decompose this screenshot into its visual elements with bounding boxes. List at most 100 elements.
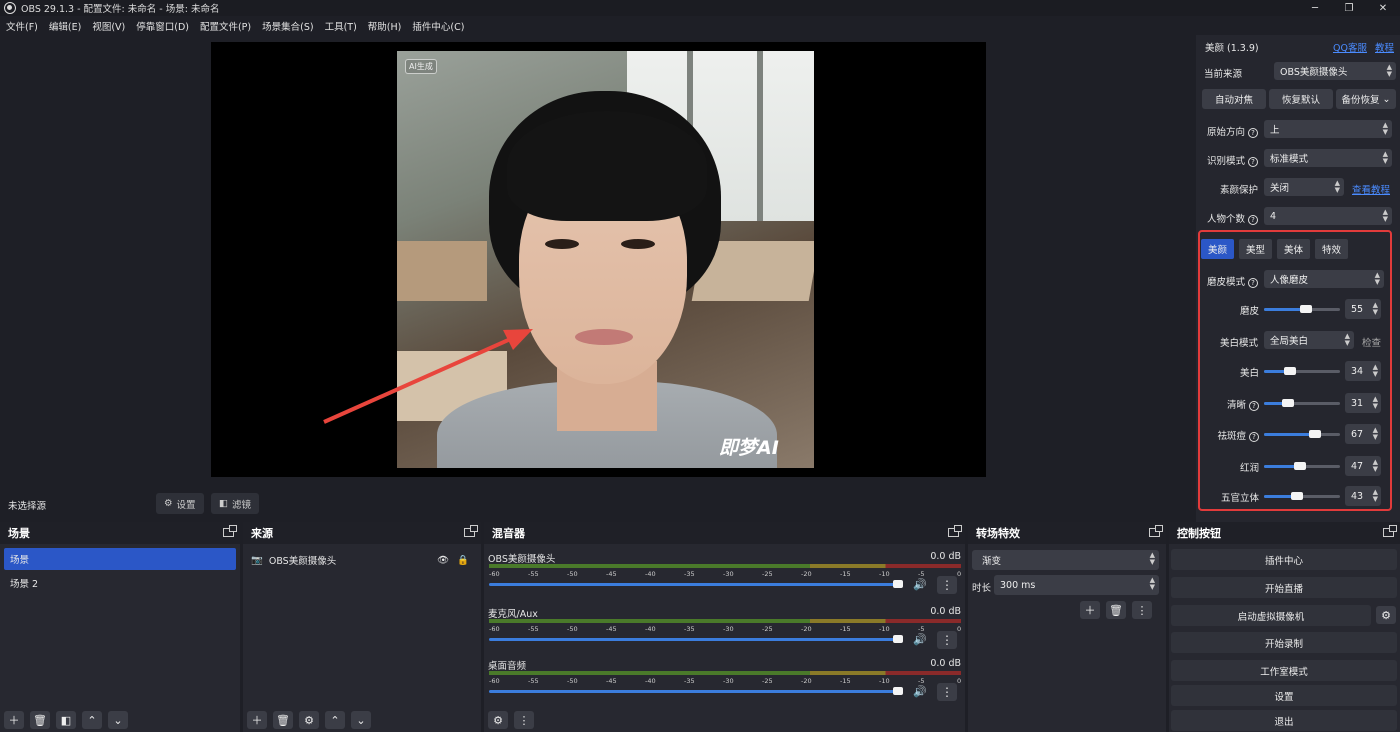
- eye-icon[interactable]: 👁: [437, 555, 449, 566]
- studio-mode-button[interactable]: 工作室模式: [1171, 660, 1397, 681]
- beauty-slider[interactable]: [1264, 367, 1340, 375]
- close-icon[interactable]: ✕: [1366, 0, 1400, 16]
- whiten-mode-select[interactable]: 全局美白 ▲ ▼: [1264, 331, 1354, 349]
- speaker-icon[interactable]: 🔊: [913, 685, 927, 698]
- menu-tools[interactable]: 工具(T): [325, 19, 357, 33]
- slider-handle[interactable]: [1299, 305, 1312, 313]
- current-source-select[interactable]: OBS美颜摄像头 ▲ ▼: [1274, 62, 1396, 80]
- undock-icon[interactable]: [1149, 525, 1163, 537]
- restore-default-button[interactable]: 恢复默认: [1269, 89, 1333, 109]
- beauty-slider[interactable]: [1264, 462, 1340, 470]
- slider-value-spinbox[interactable]: 31 ▲ ▼: [1345, 393, 1381, 413]
- undock-icon[interactable]: [223, 525, 237, 537]
- slider-value-spinbox[interactable]: 55 ▲ ▼: [1345, 299, 1381, 319]
- duration-spinbox[interactable]: 300 ms ▲ ▼: [994, 575, 1159, 595]
- filter-icon[interactable]: ◧: [56, 711, 76, 729]
- smooth-mode-select[interactable]: 人像磨皮 ▲ ▼: [1264, 270, 1384, 288]
- slider-handle[interactable]: [1293, 462, 1306, 470]
- scene-item[interactable]: 场景 2: [4, 572, 236, 594]
- beauty-slider[interactable]: [1264, 430, 1340, 438]
- menu-profile[interactable]: 配置文件(P): [200, 19, 251, 33]
- view-tutorial-link[interactable]: 查看教程: [1352, 182, 1390, 196]
- trash-icon[interactable]: 🗑: [273, 711, 293, 729]
- gear-icon[interactable]: ⚙: [299, 711, 319, 729]
- settings-button[interactable]: 设置: [1171, 685, 1397, 706]
- backup-restore-button[interactable]: 备份恢复 ⌄: [1336, 89, 1396, 109]
- menu-docks[interactable]: 停靠窗口(D): [136, 19, 189, 33]
- kebab-menu-icon[interactable]: ⋮: [937, 631, 957, 649]
- restore-icon[interactable]: ❐: [1332, 0, 1366, 16]
- menu-view[interactable]: 视图(V): [92, 19, 125, 33]
- tab-beauty[interactable]: 美颜: [1201, 239, 1234, 259]
- beauty-slider[interactable]: [1264, 399, 1340, 407]
- arrow-down-icon[interactable]: ⌄: [108, 711, 128, 729]
- kebab-menu-icon[interactable]: ⋮: [937, 683, 957, 701]
- kebab-menu-icon[interactable]: ⋮: [514, 711, 534, 729]
- speaker-icon[interactable]: 🔊: [913, 578, 927, 591]
- auto-focus-button[interactable]: 自动对焦: [1202, 89, 1266, 109]
- volume-slider[interactable]: [489, 580, 903, 588]
- people-count-spinbox[interactable]: 4 ▲ ▼: [1264, 207, 1392, 225]
- slider-value-spinbox[interactable]: 43 ▲ ▼: [1345, 486, 1381, 506]
- beauty-slider[interactable]: [1264, 492, 1340, 500]
- check-label[interactable]: 检查: [1362, 335, 1381, 349]
- tick-label: -20: [801, 570, 812, 578]
- undock-icon[interactable]: [464, 525, 478, 537]
- slider-value-spinbox[interactable]: 47 ▲ ▼: [1345, 456, 1381, 476]
- menu-plugin-center[interactable]: 插件中心(C): [412, 19, 464, 33]
- beauty-slider[interactable]: [1264, 305, 1340, 313]
- slider-value-spinbox[interactable]: 34 ▲ ▼: [1345, 361, 1381, 381]
- add-icon[interactable]: ＋: [4, 711, 24, 729]
- add-icon[interactable]: ＋: [247, 711, 267, 729]
- volume-slider[interactable]: [489, 635, 903, 643]
- slider-handle[interactable]: [1281, 399, 1294, 407]
- tab-effects[interactable]: 特效: [1315, 239, 1348, 259]
- arrow-up-icon[interactable]: ⌃: [82, 711, 102, 729]
- start-virtual-camera-button[interactable]: 启动虚拟摄像机: [1171, 605, 1371, 626]
- kebab-menu-icon[interactable]: ⋮: [1132, 601, 1152, 619]
- volume-slider[interactable]: [489, 687, 903, 695]
- transition-type-select[interactable]: 渐变 ▲ ▼: [972, 550, 1159, 570]
- gear-icon[interactable]: ⚙: [1376, 606, 1396, 624]
- slider-handle[interactable]: [1283, 367, 1296, 375]
- start-streaming-button[interactable]: 开始直播: [1171, 577, 1397, 598]
- slider-handle[interactable]: [1308, 430, 1321, 438]
- slider-handle[interactable]: [1290, 492, 1303, 500]
- volume-handle[interactable]: [893, 635, 903, 643]
- add-icon[interactable]: ＋: [1080, 601, 1100, 619]
- scene-item[interactable]: 场景: [4, 548, 236, 570]
- lock-icon[interactable]: 🔒: [457, 555, 469, 566]
- menu-help[interactable]: 帮助(H): [368, 19, 402, 33]
- arrow-down-icon[interactable]: ⌄: [351, 711, 371, 729]
- undock-icon[interactable]: [948, 525, 962, 537]
- volume-handle[interactable]: [893, 687, 903, 695]
- volume-handle[interactable]: [893, 580, 903, 588]
- exit-button[interactable]: 退出: [1171, 710, 1397, 731]
- undock-icon[interactable]: [1383, 525, 1397, 537]
- kebab-menu-icon[interactable]: ⋮: [937, 576, 957, 594]
- recognition-select[interactable]: 标准模式 ▲ ▼: [1264, 149, 1392, 167]
- tick-label: -60: [489, 570, 500, 578]
- plugin-center-button[interactable]: 插件中心: [1171, 549, 1397, 570]
- menu-file[interactable]: 文件(F): [6, 19, 38, 33]
- trash-icon[interactable]: 🗑: [30, 711, 50, 729]
- start-recording-button[interactable]: 开始录制: [1171, 632, 1397, 653]
- menu-edit[interactable]: 编辑(E): [49, 19, 81, 33]
- tab-body[interactable]: 美体: [1277, 239, 1310, 259]
- tab-shape[interactable]: 美型: [1239, 239, 1272, 259]
- tick-label: -50: [567, 677, 578, 685]
- gear-icon[interactable]: ⚙: [488, 711, 508, 729]
- slider-value-spinbox[interactable]: 67 ▲ ▼: [1345, 424, 1381, 444]
- source-settings-button[interactable]: ⚙ 设置: [156, 493, 204, 514]
- plain-protect-select[interactable]: 关闭 ▲ ▼: [1264, 178, 1344, 196]
- arrow-up-icon[interactable]: ⌃: [325, 711, 345, 729]
- speaker-icon[interactable]: 🔊: [913, 633, 927, 646]
- qq-support-link[interactable]: QQ客服: [1333, 40, 1367, 54]
- minimize-icon[interactable]: ─: [1298, 0, 1332, 16]
- menu-scene-collection[interactable]: 场景集合(S): [262, 19, 313, 33]
- orientation-select[interactable]: 上 ▲ ▼: [1264, 120, 1392, 138]
- source-item[interactable]: 📷 OBS美颜摄像头 👁 🔒: [251, 552, 477, 568]
- trash-icon[interactable]: 🗑: [1106, 601, 1126, 619]
- tutorial-link[interactable]: 教程: [1375, 40, 1394, 54]
- source-filters-button[interactable]: ◧ 滤镜: [211, 493, 259, 514]
